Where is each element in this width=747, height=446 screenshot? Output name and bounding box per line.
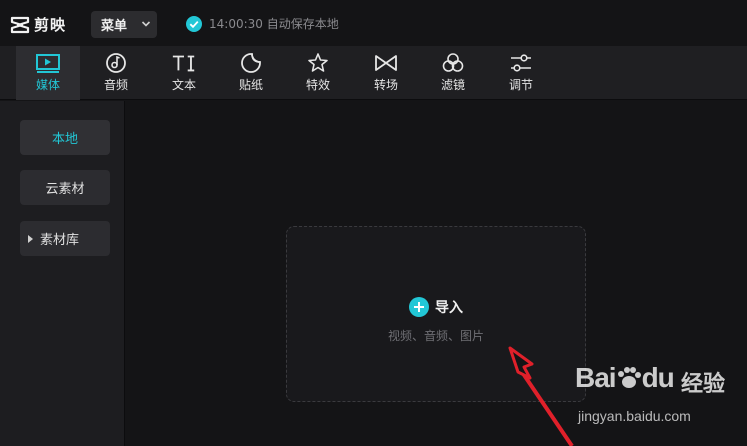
watermark-url: jingyan.baidu.com xyxy=(578,408,691,424)
menu-dropdown[interactable]: 菜单 xyxy=(91,11,157,38)
chevron-down-icon xyxy=(141,21,151,27)
transition-icon xyxy=(373,52,399,74)
capcut-logo-icon xyxy=(10,16,30,33)
text-icon xyxy=(171,52,197,74)
baidu-jingyan-watermark: Bai du 经验 jingyan.baidu.com xyxy=(575,362,745,432)
title-bar: 剪映 菜单 14:00:30 自动保存本地 xyxy=(0,0,747,46)
tab-effects-label: 特效 xyxy=(305,78,330,92)
menu-label: 菜单 xyxy=(101,19,128,34)
tab-sticker-label: 贴纸 xyxy=(238,78,263,92)
sidebar-item-library[interactable]: 素材库 xyxy=(20,221,110,256)
tab-text-label: 文本 xyxy=(171,78,196,92)
watermark-brand: Bai du xyxy=(575,362,675,393)
tab-adjust-label: 调节 xyxy=(508,78,533,92)
tab-filter[interactable]: 滤镜 xyxy=(421,46,485,100)
tab-filter-label: 滤镜 xyxy=(440,78,465,92)
tab-effects[interactable]: 特效 xyxy=(286,46,350,100)
autosave-status: 14:00:30 自动保存本地 xyxy=(186,15,339,32)
asset-toolbar: 媒体 音频 文本 贴纸 特效 转场 滤镜 调节 xyxy=(0,46,747,100)
import-button[interactable]: 导入 xyxy=(287,297,585,317)
import-label: 导入 xyxy=(435,300,463,316)
annotation-arrow-icon xyxy=(508,346,574,446)
autosave-text: 14:00:30 自动保存本地 xyxy=(209,17,339,31)
sidebar-item-local[interactable]: 本地 xyxy=(20,120,110,155)
paw-icon xyxy=(617,367,641,388)
sidebar-item-label: 云素材 xyxy=(45,182,85,197)
tab-media[interactable]: 媒体 xyxy=(16,46,80,100)
tab-adjust[interactable]: 调节 xyxy=(489,46,553,100)
sidebar-item-cloud[interactable]: 云素材 xyxy=(20,170,110,205)
tab-media-label: 媒体 xyxy=(35,78,60,92)
plus-circle-icon xyxy=(409,297,429,317)
tab-audio-label: 音频 xyxy=(103,78,128,92)
watermark-cn: 经验 xyxy=(681,372,726,397)
tab-audio[interactable]: 音频 xyxy=(84,46,148,100)
app-title: 剪映 xyxy=(34,16,67,34)
check-circle-icon xyxy=(186,15,202,32)
caret-right-icon xyxy=(28,234,33,243)
media-icon xyxy=(35,52,61,74)
media-source-sidebar: 本地 云素材 素材库 xyxy=(0,101,125,446)
adjust-icon xyxy=(508,52,534,74)
audio-icon xyxy=(103,52,129,74)
tab-transition-label: 转场 xyxy=(373,78,398,92)
sticker-icon xyxy=(238,52,264,74)
tab-text[interactable]: 文本 xyxy=(152,46,216,100)
tab-transition[interactable]: 转场 xyxy=(354,46,418,100)
app-logo: 剪映 xyxy=(10,14,66,35)
tab-sticker[interactable]: 贴纸 xyxy=(219,46,283,100)
effects-icon xyxy=(305,52,331,74)
filter-icon xyxy=(440,52,466,74)
sidebar-item-label: 本地 xyxy=(51,132,78,147)
sidebar-item-label: 素材库 xyxy=(40,233,80,248)
